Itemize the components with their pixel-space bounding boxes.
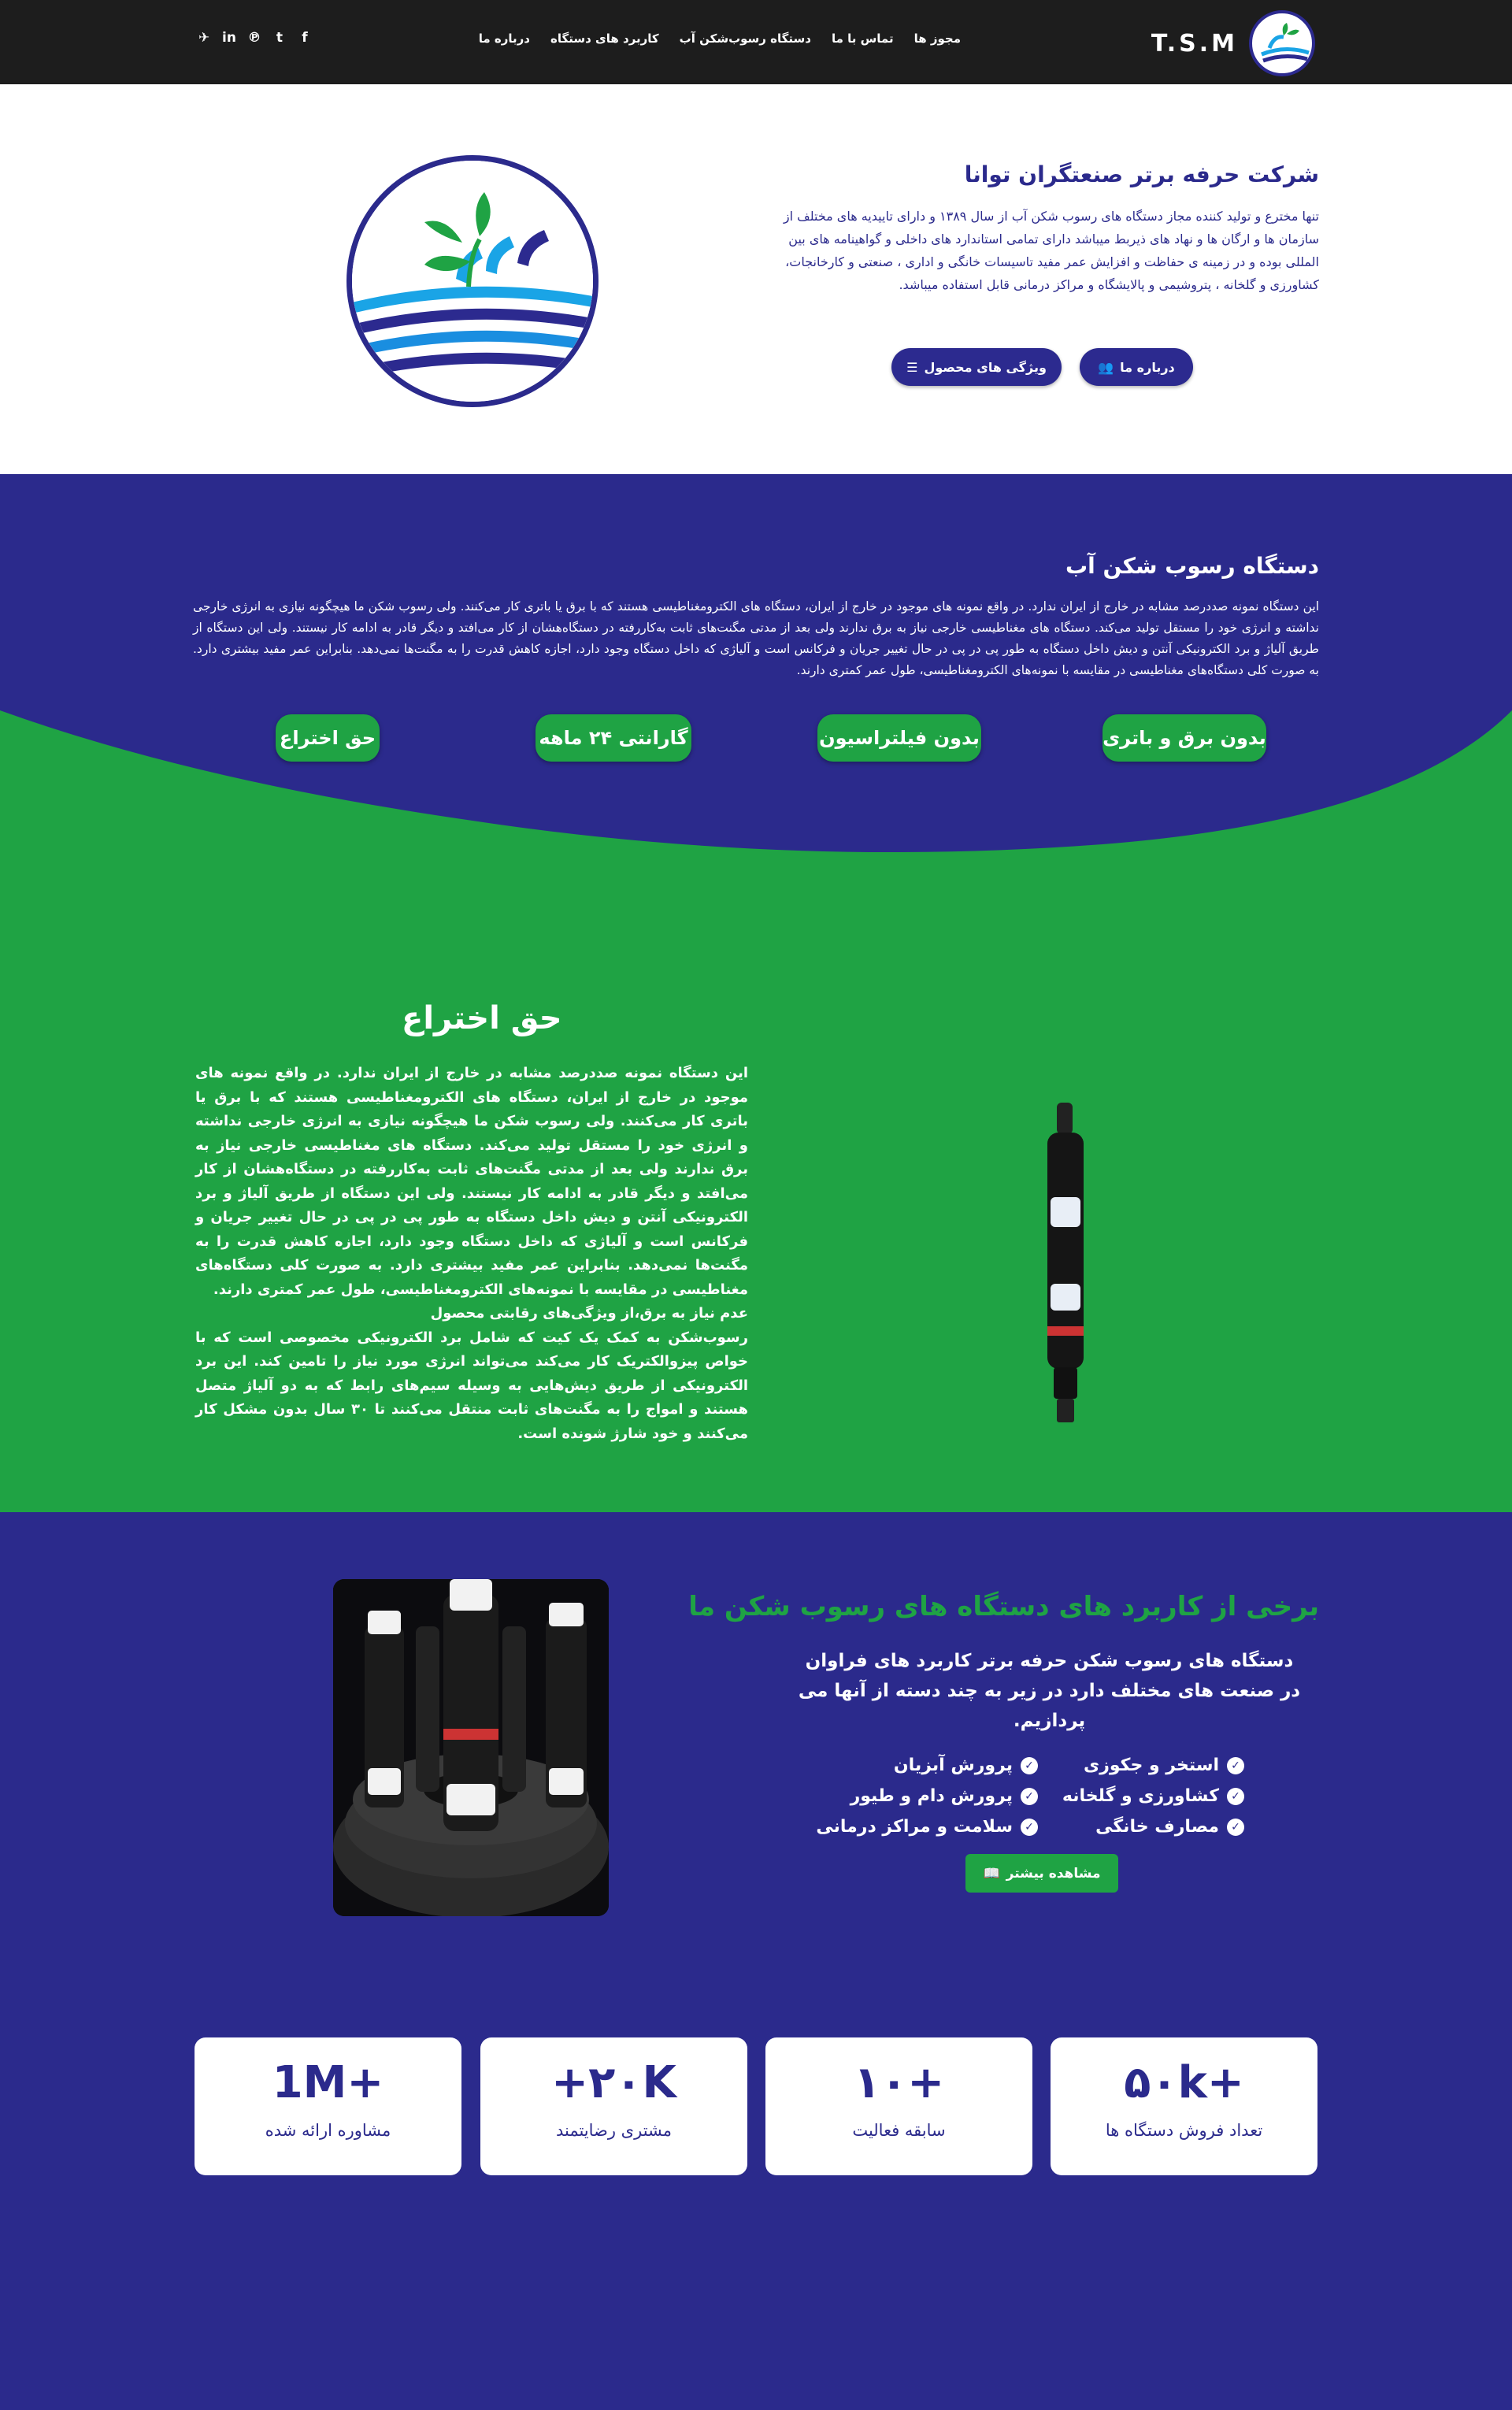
features-button[interactable]: ویژگی های محصول ☰ <box>891 348 1062 386</box>
list-item: ✓ سلامت و مراکز درمانی <box>816 1811 1038 1842</box>
stat-card: ۱۰+ سابقه فعالیت <box>765 2037 1032 2175</box>
logo-mark-icon <box>1249 10 1315 76</box>
site-logo[interactable]: T.S.M <box>1151 10 1315 76</box>
stat-card: +۲۰K مشتری رضایتمند <box>480 2037 747 2175</box>
stat-number: ۱۰+ <box>853 2057 945 2108</box>
check-icon: ✓ <box>1227 1787 1244 1805</box>
patent-text: این دستگاه نمونه صددرصد مشابه در خارج از… <box>195 1062 748 1446</box>
devices-photo <box>333 1579 609 1916</box>
hero-logo-image <box>346 155 598 407</box>
list-item: ✓ پرورش دام و طیور <box>816 1781 1038 1811</box>
hero-section: شرکت حرفه برتر صنعتگران توانا تنها مخترع… <box>0 84 1512 474</box>
description-title: دستگاه رسوب شکن آب <box>1065 553 1319 579</box>
site-header: T.S.M مجوز ها تماس با ما دستگاه رسوب‌شکن… <box>0 0 1512 84</box>
hero-paragraph: تنها مخترع و تولید کننده مجاز دستگاه های… <box>783 209 1319 292</box>
check-icon: ✓ <box>1021 1787 1038 1805</box>
book-icon: 📖 <box>983 1865 1000 1882</box>
check-icon: ✓ <box>1227 1818 1244 1836</box>
list-item: ✓ مصارف خانگی <box>1062 1811 1244 1842</box>
stat-card: 1M+ مشاوره ارائه شده <box>195 2037 461 2175</box>
hero-text: شرکت حرفه برتر صنعتگران توانا تنها مخترع… <box>764 161 1319 296</box>
applications-list-right: ✓ استخر و جکوزی ✓ کشاورزی و گلخانه ✓ مصارف … <box>1062 1750 1244 1842</box>
pinterest-icon[interactable]: ℗ <box>247 30 261 46</box>
list-item: ✓ کشاورزی و گلخانه <box>1062 1781 1244 1811</box>
nav-device[interactable]: دستگاه رسوب‌شکن آب <box>680 32 811 46</box>
pill-patent: حق اختراع <box>276 714 380 762</box>
description-text: این دستگاه نمونه صددرصد مشابه در خارج از… <box>193 599 1319 677</box>
hero-title: شرکت حرفه برتر صنعتگران توانا <box>964 161 1319 187</box>
stat-number: +۲۰K <box>551 2057 676 2108</box>
patent-section: حق اختراع این دستگاه نمونه صددرصد مشابه … <box>0 984 1512 1512</box>
applications-list-left: ✓ پرورش آبزیان ✓ پرورش دام و طیور ✓ سلامت و… <box>816 1750 1038 1842</box>
nav-licenses[interactable]: مجوز ها <box>914 32 961 46</box>
patent-title: حق اختراع <box>402 1000 562 1036</box>
check-icon: ✓ <box>1021 1756 1038 1774</box>
stats-row: ۵۰k+ تعداد فروش دستگاه ها ۱۰+ سابقه فعال… <box>195 2037 1317 2175</box>
telegram-icon[interactable]: ✈ <box>197 30 211 46</box>
patent-subhead: عدم نیاز به برق،از ویژگی‌های رقابتی محصو… <box>430 1305 748 1322</box>
stat-number: 1M+ <box>272 2057 384 2108</box>
stat-card: ۵۰k+ تعداد فروش دستگاه ها <box>1051 2037 1317 2175</box>
about-button-label: درباره ما <box>1120 359 1175 375</box>
device-image <box>1036 1103 1095 1429</box>
nav-applications[interactable]: کاربرد های دستگاه <box>550 32 659 46</box>
social-links: ✈ in ℗ t f <box>197 30 312 46</box>
patent-text-second: رسوب‌شکن به کمک یک کیت که شامل برد الکتر… <box>195 1329 748 1442</box>
applications-title: برخی از کاربرد های دستگاه های رسوب شکن م… <box>688 1591 1319 1622</box>
check-icon: ✓ <box>1021 1818 1038 1836</box>
twitter-icon[interactable]: t <box>272 30 287 46</box>
pill-no-filter: بدون فیلتراسیون <box>817 714 981 762</box>
stat-label: مشتری رضایتمند <box>555 2121 673 2140</box>
view-more-label: مشاهده بیشتر <box>1006 1865 1101 1882</box>
device-description-section: دستگاه رسوب شکن آب این دستگاه نمونه صددر… <box>0 474 1512 984</box>
view-more-button[interactable]: مشاهده بیشتر 📖 <box>965 1854 1118 1893</box>
nav-about[interactable]: درباره ما <box>479 32 530 46</box>
list-item: ✓ پرورش آبزیان <box>816 1750 1038 1781</box>
nav-contact[interactable]: تماس با ما <box>832 32 894 46</box>
applications-lead: دستگاه های رسوب شکن حرفه برتر کاربرد های… <box>798 1651 1301 1731</box>
pill-warranty: گارانتی ۲۴ ماهه <box>536 714 691 762</box>
stat-label: سابقه فعالیت <box>852 2121 946 2140</box>
list-item: ✓ استخر و جکوزی <box>1062 1750 1244 1781</box>
linkedin-icon[interactable]: in <box>222 30 236 46</box>
pill-no-power: بدون برق و باتری <box>1102 714 1266 762</box>
wave-divider <box>0 710 1512 984</box>
list-icon: ☰ <box>906 359 918 375</box>
stat-number: ۵۰k+ <box>1124 2057 1244 2108</box>
stat-label: تعداد فروش دستگاه ها <box>1105 2121 1263 2140</box>
facebook-icon[interactable]: f <box>298 30 312 46</box>
features-button-label: ویژگی های محصول <box>924 359 1047 375</box>
stat-label: مشاوره ارائه شده <box>265 2121 391 2140</box>
about-button[interactable]: درباره ما 👥 <box>1080 348 1193 386</box>
check-icon: ✓ <box>1227 1756 1244 1774</box>
logo-text: T.S.M <box>1151 29 1238 57</box>
users-icon: 👥 <box>1098 359 1114 375</box>
patent-text-main: این دستگاه نمونه صددرصد مشابه در خارج از… <box>195 1065 748 1298</box>
applications-section: برخی از کاربرد های دستگاه های رسوب شکن م… <box>0 1512 1512 2410</box>
main-nav: مجوز ها تماس با ما دستگاه رسوب‌شکن آب کا… <box>479 32 961 46</box>
